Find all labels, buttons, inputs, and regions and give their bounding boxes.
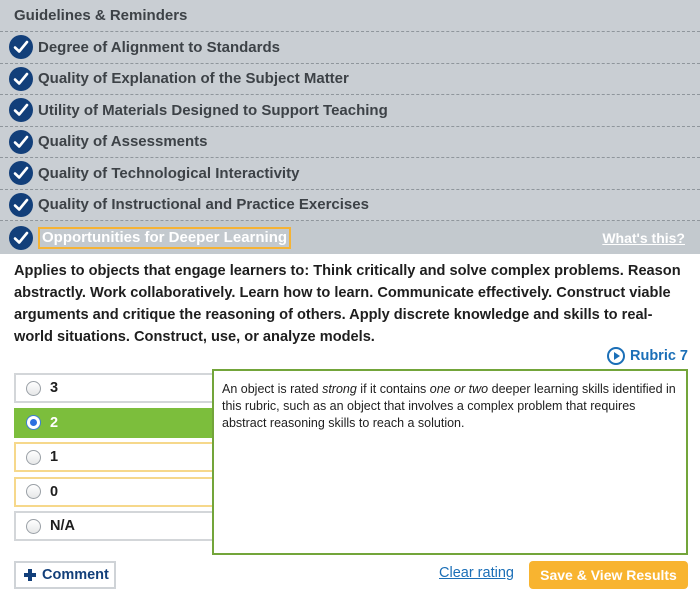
rating-option-na[interactable]: N/A: [14, 511, 236, 541]
radio-button[interactable]: [26, 380, 41, 396]
checkmark-icon: [9, 35, 33, 60]
active-criterion-label: Opportunities for Deeper Learning: [38, 226, 292, 249]
info-text: An object is rated: [222, 382, 323, 396]
clear-rating-link[interactable]: Clear rating: [439, 565, 514, 581]
criterion-row[interactable]: Quality of Assessments: [0, 126, 700, 158]
save-view-results-button[interactable]: Save & View Results: [529, 561, 688, 589]
criteria-list: Guidelines & Reminders Degree of Alignme…: [0, 0, 700, 254]
play-circle-icon: [606, 347, 625, 365]
rating-label: 1: [50, 449, 59, 465]
rubric-link[interactable]: Rubric 7: [606, 347, 688, 365]
rating-options: 3 2 1 0 N/A: [14, 373, 236, 546]
rating-info-box: An object is rated strong if it contains…: [212, 369, 688, 555]
criterion-label: Degree of Alignment to Standards: [38, 38, 280, 56]
comment-button[interactable]: Comment: [14, 561, 116, 589]
rating-label: 2: [50, 414, 59, 431]
rating-label: 0: [50, 483, 59, 500]
rating-option-3[interactable]: 3: [14, 373, 236, 403]
info-emphasis: strong: [322, 382, 357, 396]
active-criterion-row[interactable]: Opportunities for Deeper Learning What's…: [0, 221, 700, 254]
rating-label: N/A: [50, 518, 75, 534]
whats-this-link[interactable]: What's this?: [602, 230, 685, 246]
checkmark-icon: [9, 225, 33, 250]
radio-button[interactable]: [26, 484, 41, 499]
info-text: if it contains: [356, 382, 430, 396]
rating-label: 3: [50, 380, 59, 396]
comment-label: Comment: [42, 567, 109, 583]
criterion-row[interactable]: Quality of Explanation of the Subject Ma…: [0, 63, 700, 95]
criterion-label: Utility of Materials Designed to Support…: [38, 101, 388, 119]
checkmark-icon: [9, 161, 33, 186]
rating-option-1[interactable]: 1: [14, 442, 236, 472]
checkmark-icon: [9, 98, 33, 123]
criterion-row[interactable]: Quality of Instructional and Practice Ex…: [0, 189, 700, 221]
criterion-row[interactable]: Quality of Technological Interactivity: [0, 158, 700, 190]
criterion-label: Quality of Explanation of the Subject Ma…: [38, 70, 349, 88]
radio-button[interactable]: [26, 518, 41, 534]
radio-button-selected[interactable]: [26, 415, 41, 430]
guidelines-title: Guidelines & Reminders: [14, 7, 188, 24]
review-panel: Guidelines & Reminders Degree of Alignme…: [0, 0, 700, 599]
checkmark-icon: [9, 66, 33, 91]
criterion-label: Quality of Technological Interactivity: [38, 164, 300, 182]
rubric-label: Rubric 7: [629, 348, 688, 364]
rating-option-0[interactable]: 0: [14, 476, 236, 507]
criterion-row[interactable]: Degree of Alignment to Standards: [0, 32, 700, 64]
save-label: Save & View Results: [540, 567, 677, 583]
info-emphasis: one or two: [429, 382, 489, 396]
checkmark-icon: [9, 192, 33, 217]
rating-option-2[interactable]: 2: [14, 407, 236, 438]
criterion-description: Applies to objects that engage learners …: [14, 263, 681, 345]
guidelines-header[interactable]: Guidelines & Reminders: [0, 0, 700, 32]
radio-dot: [30, 419, 37, 426]
criterion-row[interactable]: Utility of Materials Designed to Support…: [0, 95, 700, 127]
radio-button[interactable]: [26, 449, 41, 465]
plus-icon: [24, 569, 36, 581]
criterion-label: Quality of Assessments: [38, 133, 208, 151]
checkmark-icon: [9, 129, 33, 154]
criterion-label: Quality of Instructional and Practice Ex…: [38, 196, 369, 214]
